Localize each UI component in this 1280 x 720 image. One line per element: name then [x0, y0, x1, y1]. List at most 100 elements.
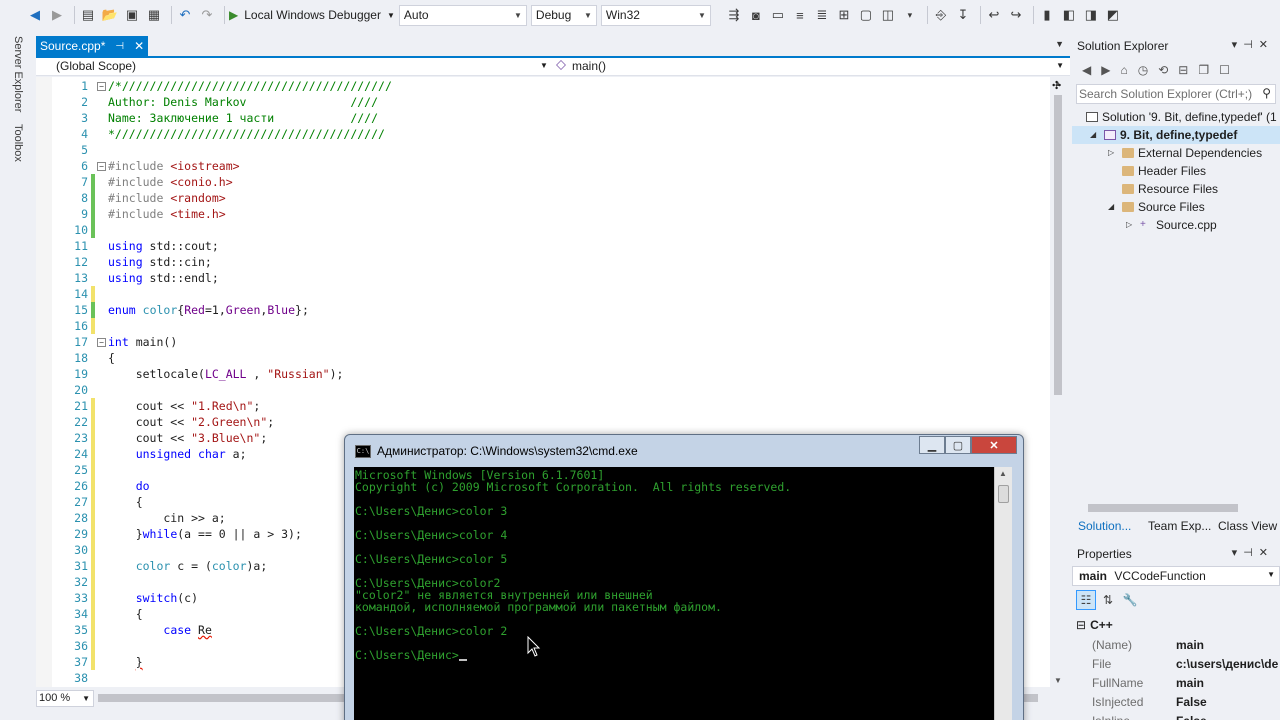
show-all-files-icon[interactable]: ❐: [1198, 63, 1209, 77]
panel-window-buttons[interactable]: ▾⊣✕: [1232, 546, 1274, 559]
chevron-down-icon[interactable]: ▼: [540, 61, 548, 70]
tree-item[interactable]: Resource Files: [1072, 180, 1280, 198]
window-icon[interactable]: ▢: [857, 6, 875, 24]
collapse-outline-icon[interactable]: −: [97, 338, 106, 347]
home-icon[interactable]: ⌂: [1120, 63, 1127, 77]
console-output[interactable]: Microsoft Windows [Version 6.1.7601] Copy…: [354, 467, 994, 720]
panel-window-buttons[interactable]: ▾⊣✕: [1232, 38, 1274, 51]
new-project-icon[interactable]: ▤: [79, 6, 97, 24]
pin-icon[interactable]: ⊣: [115, 41, 124, 52]
solution-explorer-hscrollbar[interactable]: [1080, 504, 1270, 512]
bookmark-next-icon[interactable]: ◨: [1082, 6, 1100, 24]
step-in-icon[interactable]: ↧: [954, 6, 972, 24]
comment-icon[interactable]: ≡: [791, 6, 809, 24]
tree-item[interactable]: ◢ Source Files: [1072, 198, 1280, 216]
comment-out-icon[interactable]: ↩: [985, 6, 1003, 24]
sync-icon[interactable]: ⟲: [1158, 63, 1168, 77]
tab-solution-explorer[interactable]: Solution...: [1078, 519, 1131, 533]
forward-icon[interactable]: ▶: [48, 6, 66, 24]
console-scrollbar[interactable]: ▲: [994, 467, 1012, 720]
property-value[interactable]: False: [1176, 693, 1280, 712]
code-line[interactable]: 12 using std::cin;: [36, 254, 1036, 270]
code-line[interactable]: 21 cout << "1.Red\n";: [36, 398, 1036, 414]
code-line[interactable]: 17− int main(): [36, 334, 1036, 350]
code-line[interactable]: 1−/*////////////////////////////////////…: [36, 78, 1036, 94]
collapse-arrow-icon[interactable]: ◢: [1108, 198, 1114, 216]
code-line[interactable]: 6− #include <iostream>: [36, 158, 1036, 174]
server-explorer-tab[interactable]: Server Explorer: [12, 36, 24, 112]
code-line[interactable]: 7 #include <conio.h>: [36, 174, 1036, 190]
tree-item[interactable]: ▷ + Source.cpp: [1072, 216, 1280, 234]
code-line[interactable]: 20: [36, 382, 1036, 398]
camera-icon[interactable]: ◙: [747, 6, 765, 24]
property-value[interactable]: False: [1176, 712, 1280, 720]
editor-vertical-scrollbar[interactable]: ▲ ▼: [1050, 77, 1067, 687]
categorized-icon[interactable]: ☷: [1076, 590, 1096, 610]
code-line[interactable]: 8 #include <random>: [36, 190, 1036, 206]
solution-target-combo[interactable]: Auto ▼: [398, 4, 527, 26]
attach-icon[interactable]: ⇶: [725, 6, 743, 24]
format-icon[interactable]: ⊞: [835, 6, 853, 24]
tab-team-explorer[interactable]: Team Exp...: [1148, 519, 1211, 533]
tree-item[interactable]: Solution '9. Bit, define,typedef' (1: [1072, 108, 1280, 126]
platform-combo[interactable]: Win32 ▼: [600, 4, 711, 26]
step-over-icon[interactable]: ⎆: [932, 6, 950, 24]
split-editor-icon[interactable]: ✣: [1052, 79, 1061, 92]
solution-explorer-search-input[interactable]: Search Solution Explorer (Ctrl+;) ⚲: [1076, 84, 1276, 104]
properties-object-selector[interactable]: main VCCodeFunction ▼: [1072, 566, 1280, 586]
property-row[interactable]: IsInline False: [1072, 712, 1280, 720]
code-line[interactable]: 10: [36, 222, 1036, 238]
zoom-combo[interactable]: 100 % ▼: [36, 690, 94, 707]
code-line[interactable]: 22 cout << "2.Green\n";: [36, 414, 1036, 430]
property-row[interactable]: File c:\users\денис\de: [1072, 655, 1280, 674]
scope-dropdown[interactable]: (Global Scope): [56, 59, 136, 73]
code-line[interactable]: 4 *//////////////////////////////////////…: [36, 126, 1036, 142]
uncomment-lines-icon[interactable]: ↪: [1007, 6, 1025, 24]
code-line[interactable]: 16: [36, 318, 1036, 334]
property-value[interactable]: c:\users\денис\de: [1176, 655, 1280, 674]
scroll-thumb[interactable]: [1088, 504, 1238, 512]
open-file-icon[interactable]: 📂: [101, 6, 119, 24]
code-line[interactable]: 3 Name: Заключение 1 части ////: [36, 110, 1036, 126]
back-icon[interactable]: ◀: [1082, 63, 1091, 77]
member-dropdown[interactable]: main(): [572, 59, 606, 73]
forward-icon[interactable]: ▶: [1101, 63, 1110, 77]
collapse-outline-icon[interactable]: −: [97, 82, 106, 91]
expand-arrow-icon[interactable]: ▷: [1108, 144, 1114, 162]
uncomment-icon[interactable]: ≣: [813, 6, 831, 24]
code-line[interactable]: 13 using std::endl;: [36, 270, 1036, 286]
code-line[interactable]: 11 using std::cout;: [36, 238, 1036, 254]
collapse-arrow-icon[interactable]: ◢: [1090, 126, 1096, 144]
bookmark-clear-icon[interactable]: ◩: [1104, 6, 1122, 24]
redo-icon[interactable]: ↷: [198, 6, 216, 24]
property-row[interactable]: IsInjected False: [1072, 693, 1280, 712]
close-icon[interactable]: ✕: [134, 39, 144, 53]
code-line[interactable]: 2 Author: Denis Markov ////: [36, 94, 1036, 110]
configuration-combo[interactable]: Debug ▼: [530, 4, 597, 26]
start-debugging-button[interactable]: ▶ Local Windows Debugger ▼: [229, 8, 395, 22]
code-line[interactable]: 15 enum color{Red=1,Green,Blue};: [36, 302, 1036, 318]
history-icon[interactable]: ◷: [1138, 63, 1148, 77]
scroll-thumb[interactable]: [1054, 95, 1062, 395]
bookmark-icon[interactable]: ▭: [769, 6, 787, 24]
back-icon[interactable]: ◀: [26, 6, 44, 24]
minimize-button[interactable]: ▁: [919, 436, 945, 454]
code-line[interactable]: 9 #include <time.h>: [36, 206, 1036, 222]
save-icon[interactable]: ▣: [123, 6, 141, 24]
tab-dropdown-icon[interactable]: ▼: [1055, 39, 1064, 49]
lock-icon[interactable]: ◫: [879, 6, 897, 24]
property-pages-icon[interactable]: 🔧: [1120, 590, 1140, 610]
tree-item[interactable]: ◢ 9. Bit, define,typedef: [1072, 126, 1280, 144]
undo-icon[interactable]: ↶: [176, 6, 194, 24]
tree-item[interactable]: ▷ External Dependencies: [1072, 144, 1280, 162]
cmd-window[interactable]: C:\ Администратор: C:\Windows\system32\c…: [344, 434, 1024, 720]
tab-class-view[interactable]: Class View: [1218, 519, 1277, 533]
bookmark-toggle-icon[interactable]: ▮: [1038, 6, 1056, 24]
save-all-icon[interactable]: ▦: [145, 6, 163, 24]
code-line[interactable]: 5: [36, 142, 1036, 158]
chevron-down-icon[interactable]: ▼: [1056, 61, 1064, 70]
alphabetical-icon[interactable]: ⇅: [1098, 590, 1118, 610]
property-row[interactable]: FullName main: [1072, 674, 1280, 693]
scroll-down-icon[interactable]: ▼: [1054, 676, 1062, 685]
collapse-icon[interactable]: ⊟: [1178, 63, 1188, 77]
